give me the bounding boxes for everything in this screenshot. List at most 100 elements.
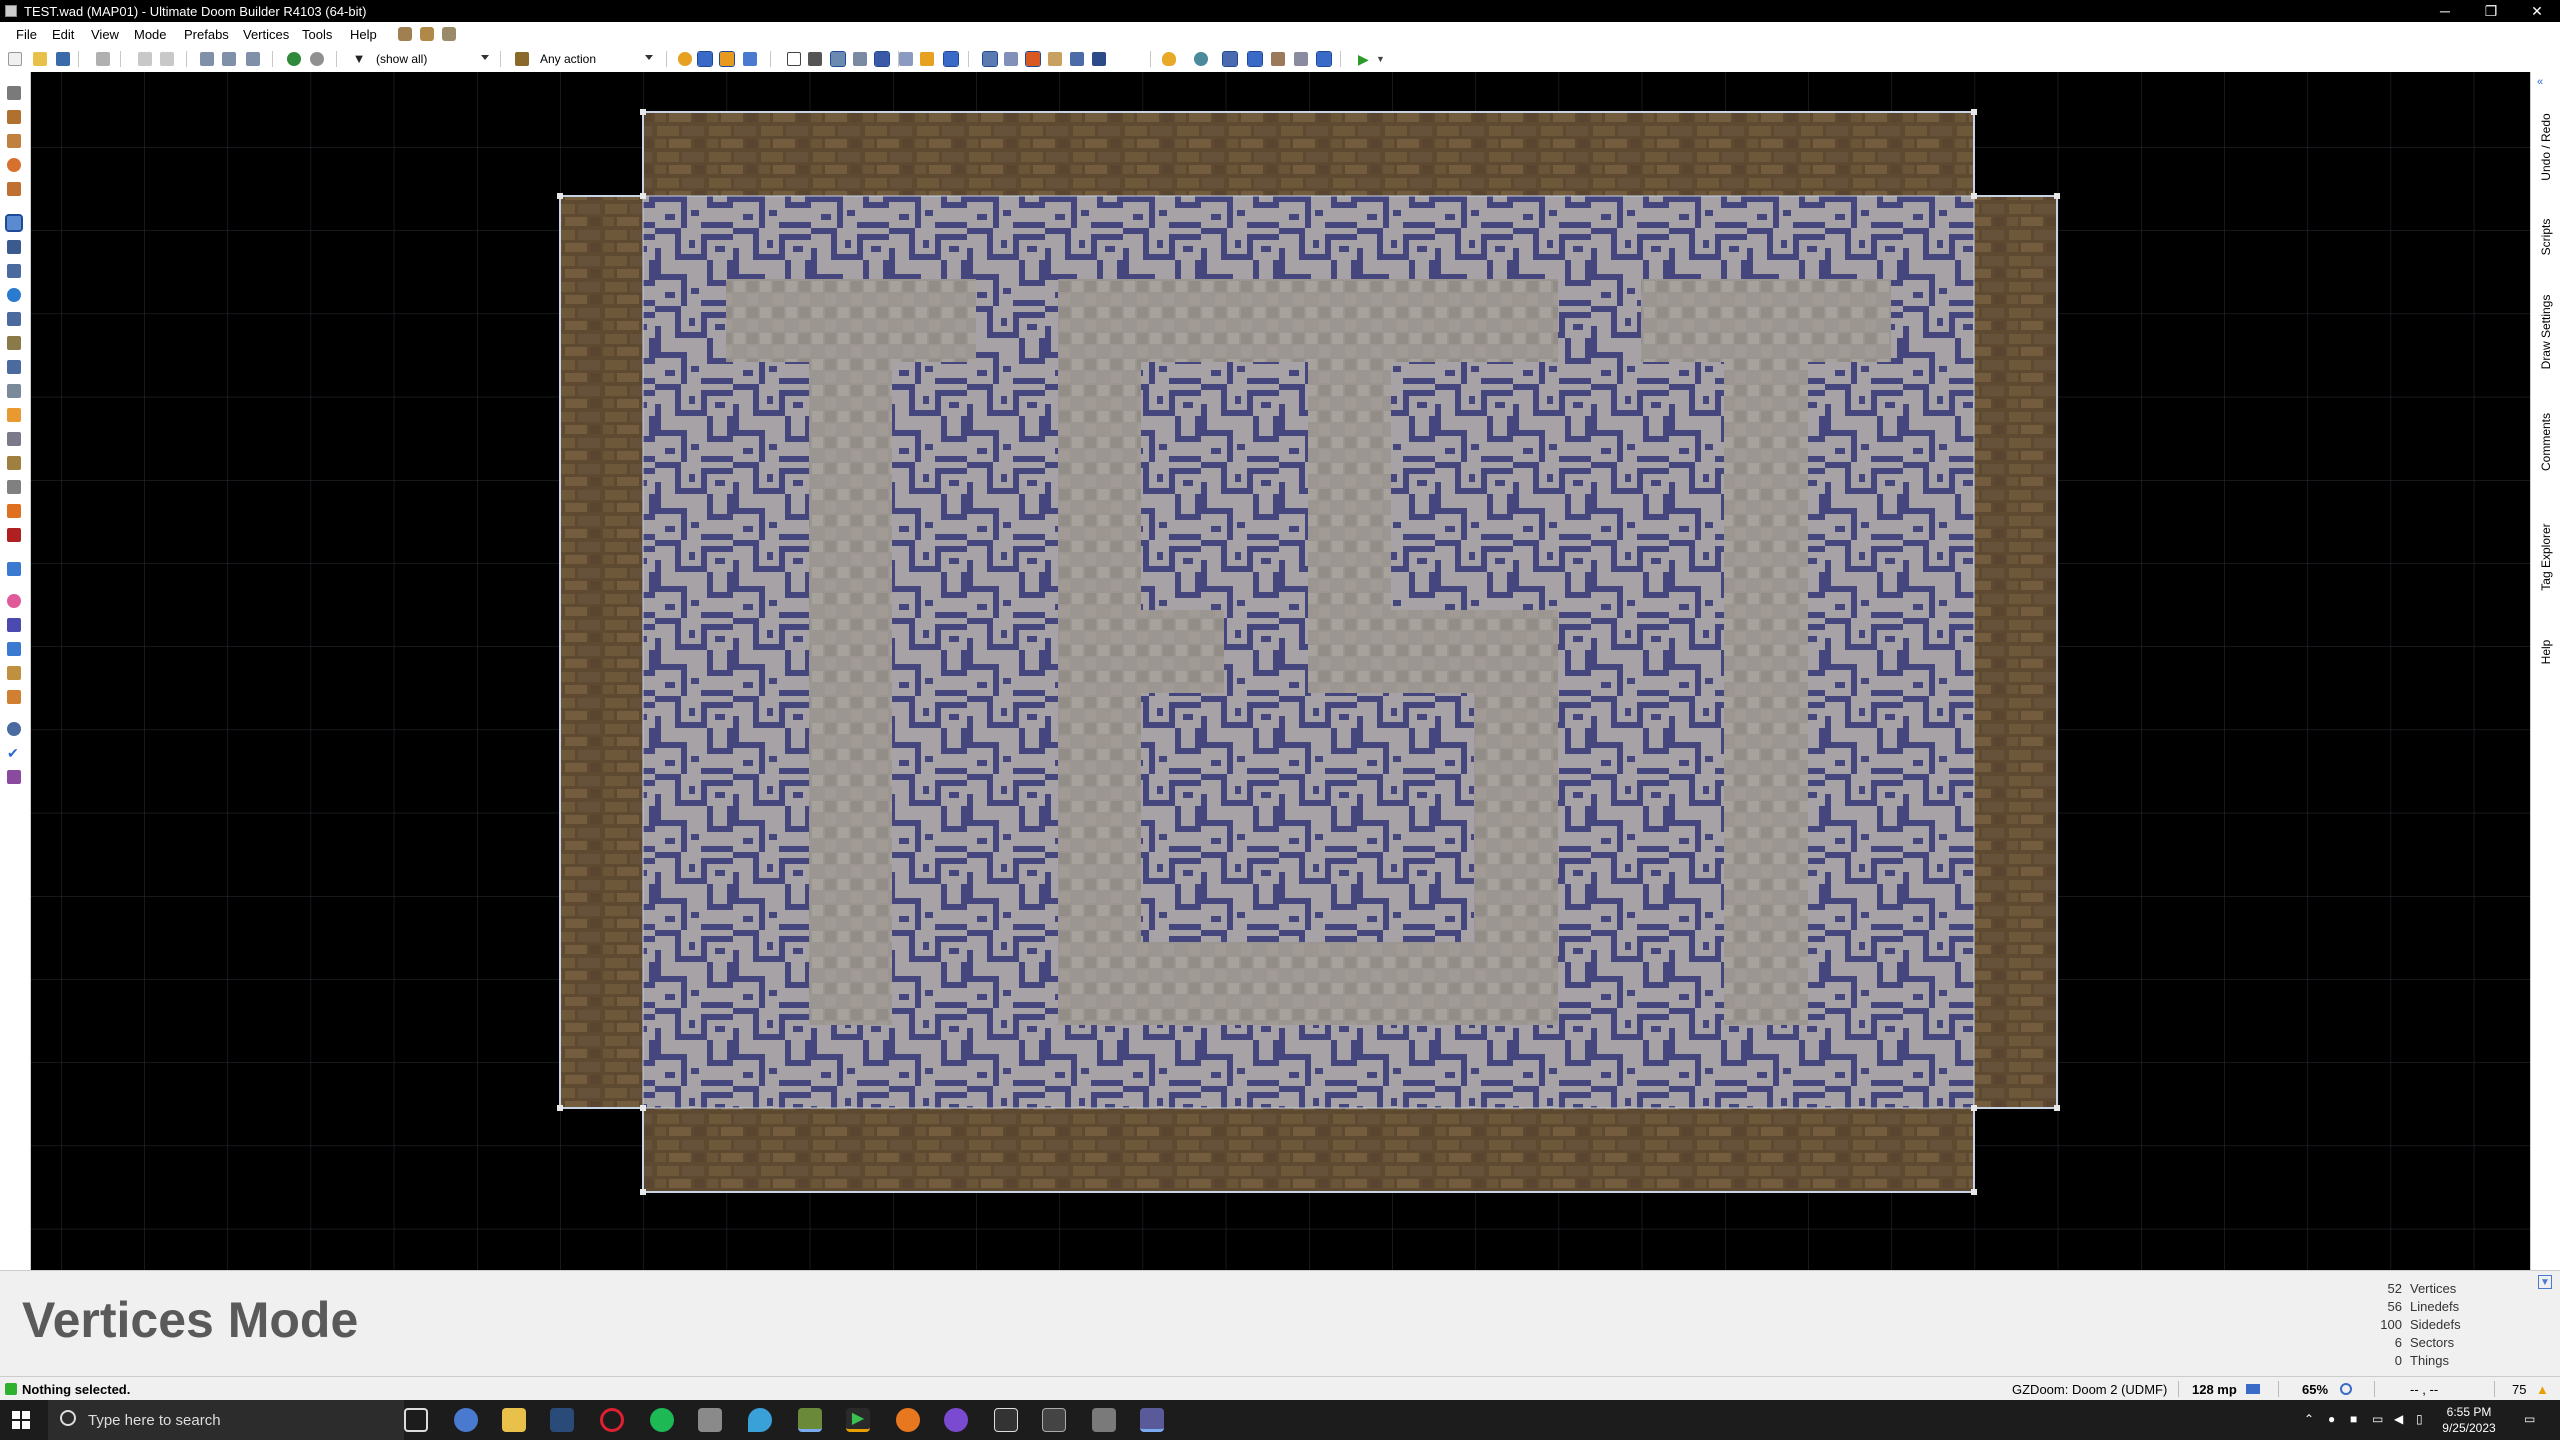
tab-comments[interactable]: Comments	[2533, 392, 2559, 492]
sector-letter-s-upper[interactable]	[1308, 362, 1391, 693]
sector-letter-s-top[interactable]	[1308, 279, 1558, 362]
brightness-icon[interactable]	[678, 52, 692, 66]
visual-mode-icon[interactable]	[7, 360, 21, 374]
menu-prefabs[interactable]: Prefabs	[184, 27, 229, 42]
game-configuration[interactable]: GZDoom: Doom 2 (UDMF)	[2012, 1382, 2167, 1397]
expand-panel-icon[interactable]: ▼	[2538, 1275, 2552, 1289]
brightness-view-icon[interactable]	[808, 52, 822, 66]
spotify-icon[interactable]	[650, 1408, 674, 1432]
bridge-mode-icon[interactable]	[7, 562, 21, 576]
action-filter-dropdown[interactable]: Any action	[536, 49, 656, 68]
vertex[interactable]	[1971, 109, 1977, 115]
sector-east-border[interactable]	[1974, 196, 2057, 1108]
new-map-icon[interactable]	[8, 52, 22, 66]
draw-rectangle-icon[interactable]	[7, 134, 21, 148]
sound-environment-icon[interactable]	[7, 432, 21, 446]
event-lines-icon[interactable]	[1271, 52, 1285, 66]
fullscreen-icon[interactable]	[743, 52, 757, 66]
github-icon[interactable]	[944, 1408, 968, 1432]
sector-letter-t2-stem[interactable]	[1724, 362, 1808, 1025]
battery-icon[interactable]: ▯	[2416, 1412, 2423, 1426]
fog-icon[interactable]	[1222, 51, 1238, 67]
collapse-icon[interactable]: «	[2537, 76, 2543, 88]
visual-vertices-icon[interactable]	[1294, 52, 1308, 66]
sector-letter-s-lower[interactable]	[1474, 693, 1558, 1025]
sector-letter-s-middle[interactable]	[1391, 610, 1558, 693]
sector-letter-e-stem[interactable]	[1058, 362, 1141, 1025]
things-filter-dropdown[interactable]: (show all)	[372, 49, 492, 68]
view-tags-icon[interactable]	[1070, 52, 1084, 66]
view-sounds-icon[interactable]	[1048, 52, 1062, 66]
find-replace-icon[interactable]	[7, 456, 21, 470]
redo-icon[interactable]	[160, 52, 174, 66]
tab-tag-explorer[interactable]: Tag Explorer	[2533, 497, 2559, 617]
view-linedefs-icon[interactable]	[1004, 52, 1018, 66]
insert-prefab-icon[interactable]	[287, 52, 301, 66]
tab-help[interactable]: Help	[2533, 622, 2559, 682]
vertex[interactable]	[557, 1105, 563, 1111]
app-icon[interactable]	[1140, 1408, 1164, 1432]
selection-icon[interactable]	[7, 666, 21, 680]
epic-games-icon[interactable]	[994, 1408, 1018, 1432]
save-map-icon[interactable]	[56, 52, 70, 66]
script-editor-icon[interactable]	[398, 27, 412, 41]
models-icon[interactable]	[1194, 52, 1208, 66]
color-picker-icon[interactable]	[7, 594, 21, 608]
task-view-icon[interactable]	[404, 1408, 428, 1432]
menu-mode[interactable]: Mode	[134, 27, 167, 42]
vertex[interactable]	[1971, 1105, 1977, 1111]
menu-file[interactable]: File	[16, 27, 37, 42]
sector-south-border[interactable]	[643, 1108, 1974, 1192]
draw-lines-icon[interactable]	[7, 86, 21, 100]
grid-size[interactable]: 128 mp	[2192, 1382, 2237, 1397]
menu-view[interactable]: View	[91, 27, 119, 42]
auto-merge-icon[interactable]	[943, 51, 959, 67]
draw-curve-icon[interactable]	[7, 110, 21, 124]
open-map-icon[interactable]	[33, 52, 47, 66]
vertex[interactable]	[2054, 1105, 2060, 1111]
zoom-icon[interactable]	[2340, 1383, 2352, 1395]
image-export-icon[interactable]	[7, 384, 21, 398]
paste-icon[interactable]	[246, 52, 260, 66]
sector-north-border[interactable]	[643, 112, 1974, 196]
doom-builder-icon[interactable]	[798, 1408, 822, 1432]
tag-statistics-icon[interactable]	[7, 480, 21, 494]
sector-letter-t1-stem[interactable]	[809, 362, 892, 1025]
slope-mode-icon[interactable]	[7, 690, 21, 704]
file-explorer-icon[interactable]	[502, 1408, 526, 1432]
wireframe-view-icon[interactable]	[787, 52, 801, 66]
menu-help[interactable]: Help	[350, 27, 377, 42]
sector-letter-t2-top[interactable]	[1641, 279, 1891, 362]
terrain-mode-icon[interactable]	[7, 618, 21, 632]
sectors-mode-icon[interactable]	[7, 264, 21, 278]
vertex[interactable]	[640, 193, 646, 199]
error-checker-icon[interactable]	[7, 504, 21, 518]
merge-geometry-icon[interactable]	[899, 52, 913, 66]
sector-west-border[interactable]	[560, 196, 643, 1108]
snap-vertices-icon[interactable]	[7, 642, 21, 656]
map-analysis-icon[interactable]	[7, 528, 21, 542]
edit-selection-icon[interactable]	[7, 336, 21, 350]
restore-button[interactable]: ❐	[2468, 0, 2514, 22]
vertex[interactable]	[640, 1105, 646, 1111]
menu-edit[interactable]: Edit	[52, 27, 74, 42]
vertex[interactable]	[640, 109, 646, 115]
sky-icon[interactable]	[1247, 51, 1263, 67]
linedefs-mode-icon[interactable]	[7, 240, 21, 254]
camera-icon[interactable]: ■	[2350, 1412, 2357, 1426]
vertex[interactable]	[2054, 193, 2060, 199]
checkmark-icon[interactable]: ✔	[7, 746, 21, 760]
close-button[interactable]: ✕	[2514, 0, 2560, 22]
opera-icon[interactable]	[600, 1408, 624, 1432]
sound-propagation-icon[interactable]	[7, 408, 21, 422]
vertex[interactable]	[557, 193, 563, 199]
tab-undo-redo[interactable]: Undo / Redo	[2533, 92, 2559, 202]
notifications-icon[interactable]: ▭	[2524, 1412, 2535, 1426]
minimize-button[interactable]: ─	[2422, 0, 2468, 22]
config-icon[interactable]	[442, 27, 456, 41]
textures-view-icon[interactable]	[874, 51, 890, 67]
floors-view-icon[interactable]	[830, 51, 846, 67]
volume-icon[interactable]: ◀	[2394, 1412, 2403, 1426]
warning-icon[interactable]: ▲	[2536, 1382, 2549, 1397]
view-arrows-icon[interactable]	[1092, 52, 1106, 66]
